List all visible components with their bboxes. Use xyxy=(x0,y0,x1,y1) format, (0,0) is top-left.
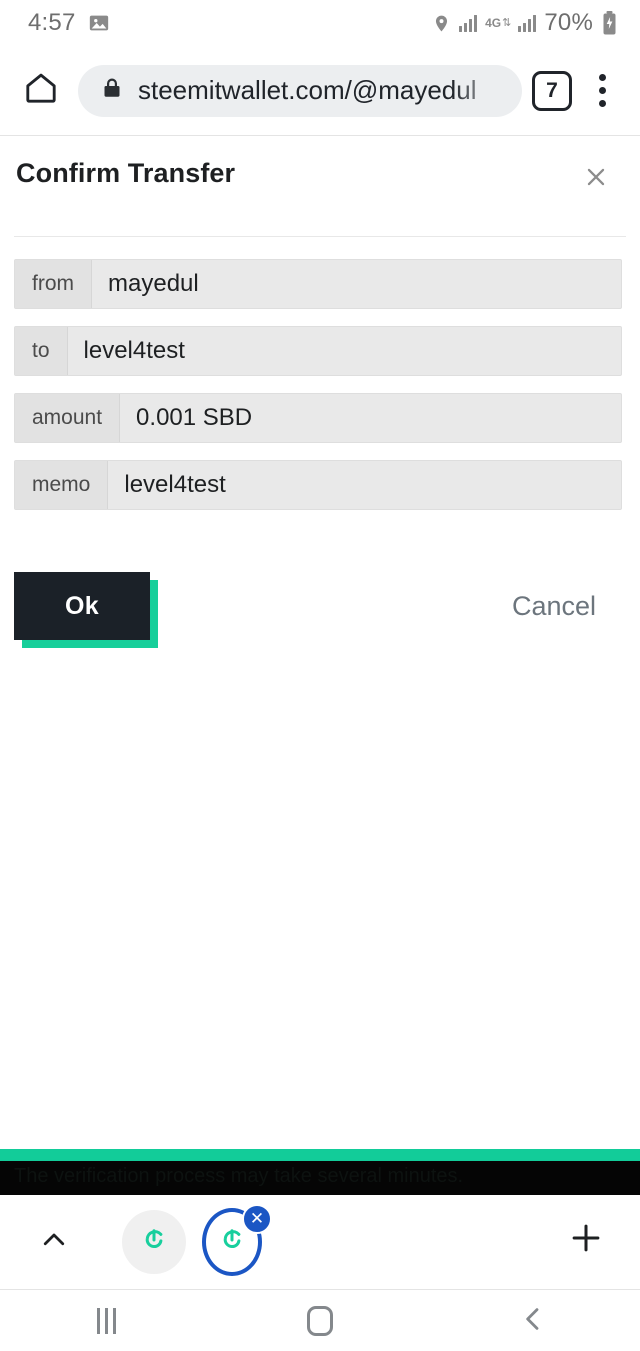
page-title: Confirm Transfer xyxy=(16,158,236,188)
url-text[interactable]: steemitwallet.com/@mayedul xyxy=(138,75,508,106)
close-tab-button[interactable]: ✕ xyxy=(242,1204,272,1234)
field-value-to: level4test xyxy=(83,337,185,364)
status-bar-left: 4:57 xyxy=(28,9,110,37)
location-pin-icon xyxy=(432,12,451,35)
transfer-fields: from mayedul to level4test amount 0.001 … xyxy=(0,237,640,510)
cancel-button[interactable]: Cancel xyxy=(512,591,618,622)
browser-menu-button[interactable] xyxy=(582,69,622,113)
field-row-memo: memo level4test xyxy=(14,460,622,510)
dialog-header: Confirm Transfer xyxy=(0,136,640,200)
field-row-from: from mayedul xyxy=(14,259,622,309)
status-bar: 4:57 4G ⇅ 70% xyxy=(0,0,640,46)
back-button[interactable] xyxy=(427,1291,640,1351)
plus-icon xyxy=(567,1219,605,1265)
page-content: Confirm Transfer from mayedul to level4t… xyxy=(0,136,640,1149)
field-label-from: from xyxy=(15,260,92,308)
field-label-memo: memo xyxy=(15,461,109,509)
signal-bars-icon xyxy=(459,14,478,32)
image-icon xyxy=(88,12,110,34)
field-row-amount: amount 0.001 SBD xyxy=(14,393,622,443)
tab-item-active[interactable]: ✕ xyxy=(200,1204,272,1276)
lock-icon xyxy=(100,76,124,105)
status-bar-clock: 4:57 xyxy=(28,9,76,36)
dialog-actions: Ok Cancel xyxy=(0,527,640,648)
field-value-amount: 0.001 SBD xyxy=(136,404,253,431)
field-value-memo: level4test xyxy=(124,471,226,498)
chevron-up-icon xyxy=(39,1225,69,1260)
close-icon xyxy=(583,164,609,196)
url-bar[interactable]: steemitwallet.com/@mayedul xyxy=(78,64,522,117)
recents-button[interactable] xyxy=(0,1291,213,1351)
toast-message: The verification process may take severa… xyxy=(14,1165,464,1187)
tab-item-inactive[interactable] xyxy=(122,1210,186,1274)
ok-button[interactable]: Ok xyxy=(14,572,150,640)
expand-tabs-button[interactable] xyxy=(26,1214,82,1270)
home-square-icon xyxy=(306,1306,333,1336)
toast-accent-bar xyxy=(0,1149,640,1161)
home-button[interactable] xyxy=(14,64,68,118)
dialog-close-button[interactable] xyxy=(576,160,616,200)
new-tab-button[interactable] xyxy=(558,1214,614,1270)
android-navigation-bar xyxy=(0,1291,640,1351)
home-icon xyxy=(23,70,59,111)
battery-charging-icon xyxy=(601,11,618,35)
browser-toolbar: steemitwallet.com/@mayedul 7 xyxy=(0,46,640,136)
close-icon: ✕ xyxy=(249,1209,265,1228)
field-value-from: mayedul xyxy=(108,270,199,297)
steemit-logo-icon xyxy=(139,1225,169,1260)
field-label-amount: amount xyxy=(15,394,121,442)
toast-message-bar: The verification process may take severa… xyxy=(0,1161,640,1195)
tab-list: ✕ xyxy=(122,1204,272,1276)
status-bar-right: 4G ⇅ 70% xyxy=(432,9,618,37)
recents-icon xyxy=(97,1308,117,1334)
tab-counter-button[interactable]: 7 xyxy=(532,70,572,111)
field-row-to: to level4test xyxy=(14,326,622,376)
back-chevron-icon xyxy=(517,1303,549,1340)
home-button[interactable] xyxy=(213,1291,426,1351)
ok-button-wrapper: Ok xyxy=(14,572,158,648)
field-label-to: to xyxy=(15,327,68,375)
4g-data-icon: 4G ⇅ xyxy=(485,16,511,30)
browser-tab-strip: ✕ xyxy=(0,1195,640,1290)
kebab-menu-icon xyxy=(598,74,606,81)
signal-bars-icon xyxy=(518,14,537,32)
battery-percent-label: 70% xyxy=(544,9,593,36)
